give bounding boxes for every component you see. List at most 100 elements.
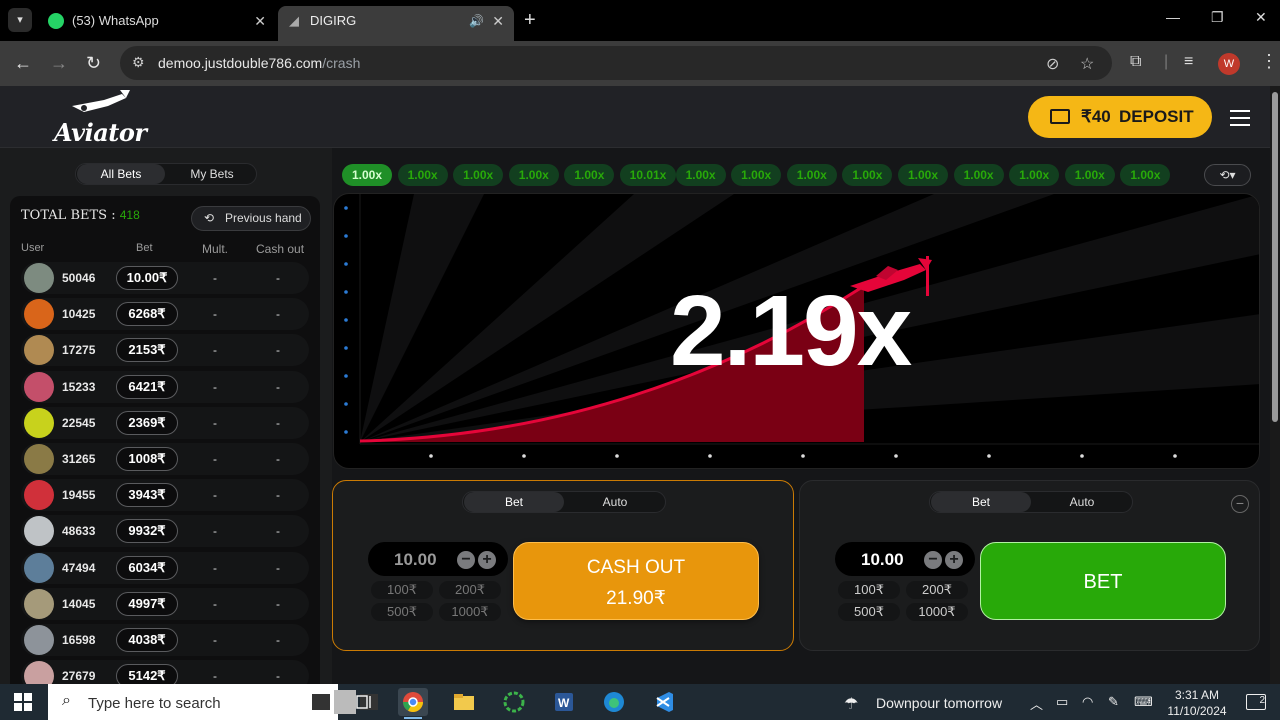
scrollbar-thumb[interactable] (1272, 92, 1278, 422)
history-multiplier[interactable]: 1.00x (898, 164, 948, 186)
browser-menu-icon[interactable]: ⋮ (1260, 51, 1278, 72)
increase-icon[interactable]: + (945, 551, 963, 569)
quick-amount-200[interactable]: 200₹ (439, 581, 501, 599)
quick-amount-500[interactable]: 500₹ (838, 603, 900, 621)
window-close-icon[interactable]: ✕ (1255, 9, 1267, 26)
multiplier-value: - (213, 271, 217, 285)
increase-icon[interactable]: + (478, 551, 496, 569)
history-toggle-button[interactable]: ⟲▾ (1204, 164, 1251, 186)
quick-amount-100[interactable]: 100₹ (838, 581, 900, 599)
history-multiplier[interactable]: 1.00x (564, 164, 615, 186)
cashout-value: - (276, 524, 280, 539)
keyboard-icon[interactable]: ⌨ (1134, 694, 1153, 710)
extensions-icon[interactable]: ⧉ (1130, 53, 1141, 71)
windows-start-icon[interactable] (14, 693, 32, 711)
multiplier-value: - (213, 560, 217, 575)
minimize-icon[interactable]: — (1166, 9, 1180, 25)
tab-bet[interactable]: Bet (931, 492, 1031, 512)
speaker-icon[interactable]: 🔊 (469, 6, 484, 36)
history-multiplier[interactable]: 1.00x (731, 164, 782, 186)
back-icon[interactable]: ← (14, 52, 32, 74)
avatar (24, 552, 54, 583)
history-multiplier[interactable]: 1.00x (508, 164, 559, 186)
history-multiplier[interactable]: 1.00x (1064, 164, 1115, 186)
profile-avatar[interactable]: W (1218, 53, 1240, 75)
bet-amount: 4997₹ (116, 591, 178, 616)
task-view-icon[interactable] (350, 688, 380, 716)
taskbar-search[interactable]: ⌕ Type here to search (48, 684, 378, 720)
forward-icon[interactable]: → (50, 52, 68, 74)
word-icon[interactable]: W (549, 688, 579, 716)
cash-out-label: CASH OUT (586, 557, 686, 578)
tab-search-button[interactable]: ▾ (8, 8, 32, 32)
y-axis-dots (344, 206, 348, 434)
tab-auto[interactable]: Auto (1032, 492, 1132, 512)
svg-text:W: W (558, 696, 570, 710)
history-multiplier[interactable]: 1.00x (786, 164, 837, 186)
decrease-icon[interactable]: − (457, 551, 475, 569)
history-multiplier[interactable]: 1.00x (453, 164, 504, 186)
history-multiplier[interactable]: 1.00x (953, 164, 1004, 186)
tab-my-bets[interactable]: My Bets (168, 164, 256, 184)
column-user: User (21, 242, 45, 254)
quick-amount-200[interactable]: 200₹ (906, 581, 968, 599)
tab-auto[interactable]: Auto (565, 492, 665, 512)
tab-close-icon[interactable]: ✕ (254, 6, 266, 36)
history-multiplier[interactable]: 1.00x (675, 164, 726, 186)
previous-hand-button[interactable]: ⟲ Previous hand (191, 206, 311, 231)
history-multiplier[interactable]: 1.00x (397, 164, 448, 186)
history-multiplier[interactable]: 10.01x (620, 164, 676, 186)
quick-amount-1000[interactable]: 1000₹ (439, 603, 501, 621)
loader-app-icon[interactable] (499, 688, 529, 716)
quick-amount-500[interactable]: 500₹ (371, 603, 433, 621)
tab-close-icon[interactable]: ✕ (492, 6, 504, 36)
user-id: 50046 (62, 271, 96, 285)
tab-all-bets[interactable]: All Bets (77, 164, 165, 184)
cashout-value: - (276, 633, 280, 647)
bet-row: 17275 2153₹ - - (21, 334, 309, 367)
reload-icon[interactable]: ↻ (86, 52, 101, 74)
bets-sidebar: All Bets My Bets TOTAL BETS : 418 ⟲ Prev… (0, 148, 332, 696)
quick-amount-1000[interactable]: 1000₹ (906, 603, 968, 621)
bookmark-star-icon[interactable]: ☆ (1080, 54, 1094, 74)
tray-chevron-icon[interactable]: ︿ (1030, 694, 1043, 713)
cash-out-button[interactable]: CASH OUT 21.90₹ (513, 542, 759, 620)
cashout-value: - (276, 271, 280, 285)
battery-icon[interactable]: ▭ (1056, 694, 1068, 710)
deposit-button[interactable]: ₹40 DEPOSIT (1028, 96, 1212, 138)
system-clock[interactable]: 3:31 AM 11/10/2024 (1163, 687, 1231, 719)
address-bar[interactable]: ⚙ demoo.justdouble786.com/crash ⊘ ☆ (120, 46, 1112, 80)
bet-amount-stepper[interactable]: 10.00 − + (368, 542, 508, 576)
site-info-icon[interactable]: ⚙ (132, 54, 145, 71)
quick-amount-100[interactable]: 100₹ (371, 581, 433, 599)
remove-panel-icon[interactable]: − (1231, 495, 1249, 513)
decrease-icon[interactable]: − (924, 551, 942, 569)
column-bet: Bet (136, 242, 153, 254)
bet-amount-stepper[interactable]: 10.00 − + (835, 542, 975, 576)
history-multiplier[interactable]: 1.00x (842, 164, 893, 186)
file-explorer-icon[interactable] (449, 688, 479, 716)
page-scrollbar[interactable] (1270, 86, 1280, 684)
edge-icon[interactable] (599, 688, 629, 716)
bet-amount-value: 10.00 (394, 550, 437, 569)
eye-off-icon[interactable]: ⊘ (1046, 54, 1059, 74)
restore-icon[interactable]: ❐ (1211, 9, 1224, 26)
vscode-icon[interactable] (649, 688, 679, 716)
tab-whatsapp[interactable]: (53) WhatsApp ✕ (40, 6, 276, 36)
media-control-icon[interactable]: ≡ (1184, 53, 1193, 71)
history-multiplier[interactable]: 1.00x (1009, 164, 1060, 186)
notification-icon[interactable]: 2 (1246, 694, 1266, 710)
clock-date: 11/10/2024 (1167, 704, 1227, 718)
tab-digirg[interactable]: ◢ DIGIRG 🔊 ✕ (278, 6, 514, 41)
tab-bet[interactable]: Bet (464, 492, 564, 512)
hamburger-menu-icon[interactable] (1230, 110, 1250, 126)
bet-row: 31265 1008₹ - - (21, 443, 309, 475)
pen-icon[interactable]: ✎ (1108, 694, 1119, 710)
history-multiplier[interactable]: 1.00x (342, 164, 392, 186)
new-tab-button[interactable]: + (524, 8, 536, 32)
logo-text: Aviator (54, 118, 147, 147)
history-multiplier[interactable]: 1.00x (1120, 164, 1171, 186)
chrome-taskbar-icon[interactable] (398, 688, 428, 716)
bet-button[interactable]: BET (980, 542, 1226, 620)
wifi-icon[interactable]: ◠ (1082, 694, 1093, 710)
